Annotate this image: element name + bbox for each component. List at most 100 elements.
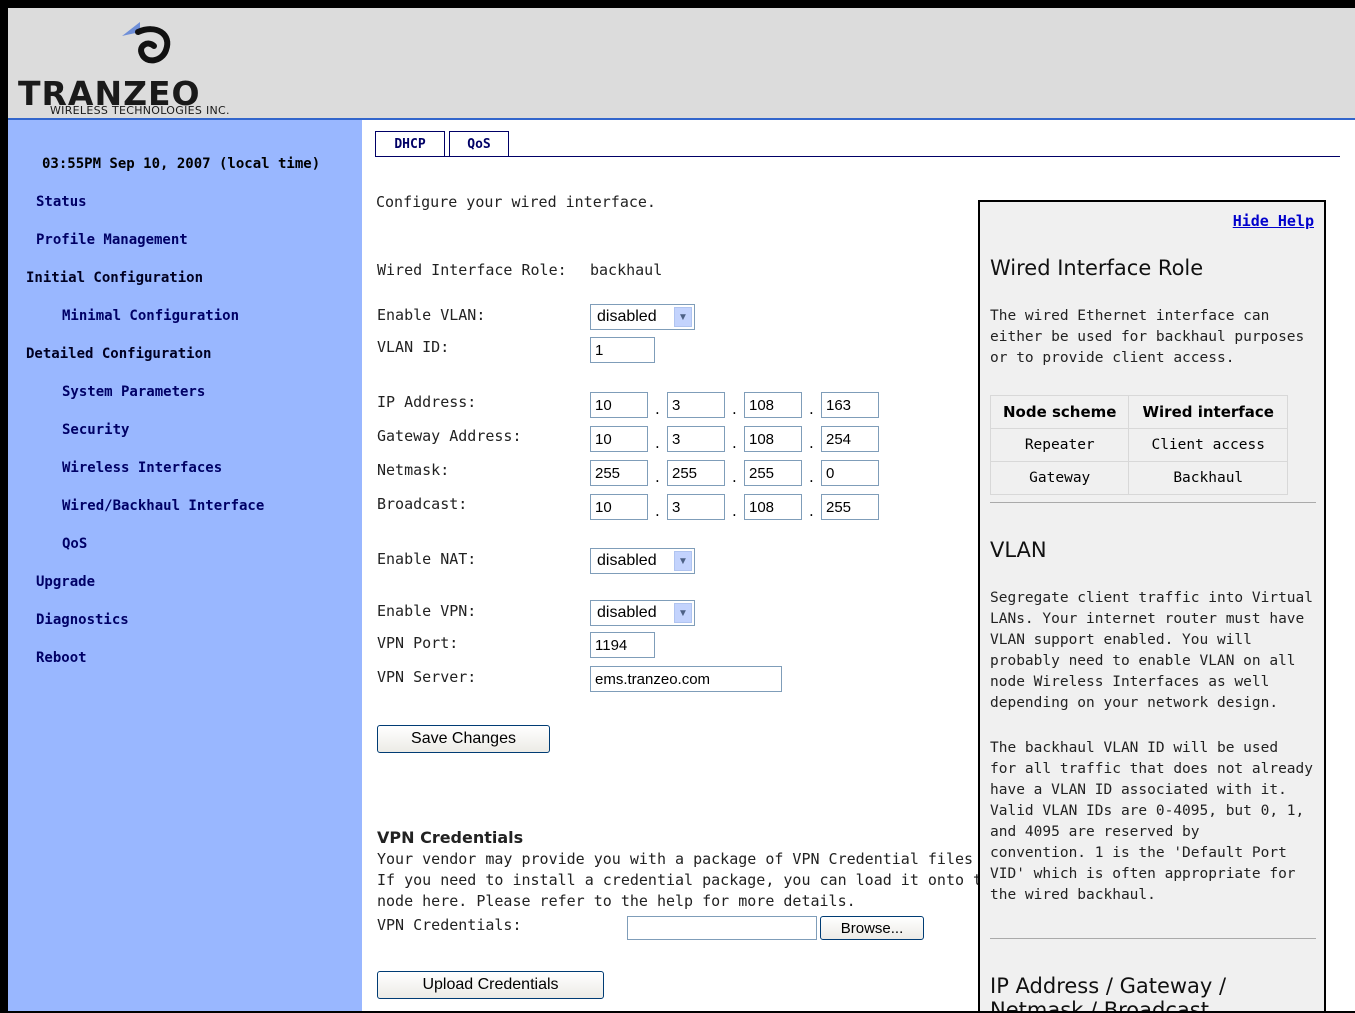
help-vlan-text: probably need to enable VLAN on all (990, 653, 1296, 669)
credentials-line-2: If you need to install a credential pack… (377, 871, 1001, 889)
netmask-octet-1[interactable]: 255 (590, 460, 648, 486)
help-vlan-text-2: the wired backhaul. (990, 887, 1156, 903)
sidebar-item-detailed-configuration[interactable]: Detailed Configuration (26, 346, 211, 362)
chevron-down-icon: ▼ (674, 551, 692, 571)
vpn-server-label: VPN Server: (377, 668, 477, 686)
broadcast-octet-1[interactable]: 10 (590, 494, 648, 520)
broadcast-label: Broadcast: (377, 495, 468, 513)
credentials-field-label: VPN Credentials: (377, 916, 522, 934)
help-vlan-text: LANs. Your internet router must have (990, 611, 1305, 627)
browser-frame: TRANZEO WIRELESS TECHNOLOGIES INC. 03:55… (8, 8, 1355, 1011)
gateway-octet-2[interactable]: 3 (667, 426, 725, 452)
table-cell: Backhaul (1128, 461, 1288, 495)
netmask-octet-3[interactable]: 255 (744, 460, 802, 486)
gateway-octet-1[interactable]: 10 (590, 426, 648, 452)
help-vlan-text-2: The backhaul VLAN ID will be used (990, 740, 1279, 756)
credentials-line-1: Your vendor may provide you with a packa… (377, 850, 974, 868)
ip-octet-1[interactable]: 10 (590, 392, 648, 418)
help-vlan-text: Segregate client traffic into Virtual (990, 590, 1314, 606)
intro-text: Configure your wired interface. (376, 193, 656, 211)
vpn-server-input[interactable]: ems.tranzeo.com (590, 666, 782, 692)
help-vlan-text-2: and 4095 are reserved by (990, 824, 1200, 840)
broadcast-octet-2[interactable]: 3 (667, 494, 725, 520)
main-content: DHCP QoS Configure your wired interface.… (362, 120, 1355, 1011)
table-cell: Client access (1128, 428, 1288, 462)
sidebar-item-security[interactable]: Security (62, 422, 129, 438)
help-vlan-text-2: for all traffic that does not already (990, 761, 1314, 777)
sidebar-item-wireless-interfaces[interactable]: Wireless Interfaces (62, 460, 222, 476)
chevron-down-icon: ▼ (674, 307, 692, 327)
tranzeo-swirl-icon (122, 22, 171, 64)
help-vlan-text: VLAN support enabled. You will (990, 632, 1252, 648)
sidebar-item-wired-backhaul-interface[interactable]: Wired/Backhaul Interface (62, 498, 264, 514)
netmask-octet-2[interactable]: 255 (667, 460, 725, 486)
help-vlan-text: node Wireless Interfaces as well (990, 674, 1270, 690)
vpn-select-value: disabled (597, 604, 657, 621)
help-role-text-3: or to provide client access. (990, 350, 1235, 366)
vlan-select[interactable]: disabled ▼ (590, 304, 695, 330)
sidebar-item-minimal-configuration[interactable]: Minimal Configuration (62, 308, 239, 324)
help-panel: Hide Help Wired Interface Role The wired… (978, 200, 1326, 1011)
nat-select[interactable]: disabled ▼ (590, 548, 695, 574)
table-cell: Repeater (989, 428, 1130, 462)
vpn-port-label: VPN Port: (377, 634, 459, 652)
role-table-header: Node scheme (989, 395, 1130, 429)
help-role-text-1: The wired Ethernet interface can (990, 308, 1270, 324)
help-vlan-text-2: have a VLAN ID associated with it. (990, 782, 1287, 798)
sidebar-item-system-parameters[interactable]: System Parameters (62, 384, 205, 400)
help-ip-title: IP Address / Gateway / (990, 974, 1227, 998)
sidebar-item-qos[interactable]: QoS (62, 536, 87, 552)
page-header: TRANZEO WIRELESS TECHNOLOGIES INC. (8, 8, 1355, 120)
vlan-select-value: disabled (597, 308, 657, 325)
ip-octet-3[interactable]: 108 (744, 392, 802, 418)
sidebar: 03:55PM Sep 10, 2007 (local time) Status… (8, 120, 362, 1011)
credentials-file-input[interactable] (627, 916, 817, 940)
ip-octet-4[interactable]: 163 (821, 392, 879, 418)
sidebar-item-reboot[interactable]: Reboot (36, 650, 87, 666)
chevron-down-icon: ▼ (674, 603, 692, 623)
browse-button[interactable]: Browse... (820, 916, 924, 940)
tab-divider (375, 156, 1340, 157)
sidebar-item-profile-management[interactable]: Profile Management (36, 232, 188, 248)
upload-credentials-button[interactable]: Upload Credentials (377, 971, 604, 999)
vpn-select[interactable]: disabled ▼ (590, 600, 695, 626)
sidebar-item-initial-configuration[interactable]: Initial Configuration (26, 270, 203, 286)
help-role-text-2: either be used for backhaul purposes (990, 329, 1305, 345)
logo-subtitle: WIRELESS TECHNOLOGIES INC. (50, 104, 230, 117)
gateway-octet-3[interactable]: 108 (744, 426, 802, 452)
help-ip-title-2: Netmask / Broadcast (990, 998, 1209, 1011)
gateway-label: Gateway Address: (377, 427, 522, 445)
role-table: Node scheme Wired interface Repeater Cli… (989, 395, 1288, 495)
vlan-id-input[interactable]: 1 (590, 337, 655, 363)
sidebar-item-status[interactable]: Status (36, 194, 87, 210)
ip-octet-2[interactable]: 3 (667, 392, 725, 418)
role-label: Wired Interface Role: (377, 261, 567, 279)
help-vlan-text: depending on your network design. (990, 695, 1279, 711)
logo: TRANZEO WIRELESS TECHNOLOGIES INC. (14, 16, 304, 117)
vpn-credentials-title: VPN Credentials (377, 828, 524, 847)
help-vlan-text-2: convention. 1 is the 'Default Port (990, 845, 1287, 861)
netmask-label: Netmask: (377, 461, 450, 479)
vlan-id-label: VLAN ID: (377, 338, 450, 356)
nat-label: Enable NAT: (377, 550, 477, 568)
netmask-octet-4[interactable]: 0 (821, 460, 879, 486)
role-table-header: Wired interface (1128, 395, 1288, 429)
table-row: Gateway Backhaul (989, 461, 1288, 495)
help-role-title: Wired Interface Role (990, 256, 1204, 280)
sidebar-item-diagnostics[interactable]: Diagnostics (36, 612, 129, 628)
tab-qos[interactable]: QoS (449, 131, 509, 156)
gateway-octet-4[interactable]: 254 (821, 426, 879, 452)
broadcast-octet-3[interactable]: 108 (744, 494, 802, 520)
help-vlan-text-2: Valid VLAN IDs are 0-4095, but 0, 1, (990, 803, 1305, 819)
tab-dhcp[interactable]: DHCP (375, 131, 445, 156)
table-cell: Gateway (989, 461, 1130, 495)
vlan-label: Enable VLAN: (377, 306, 486, 324)
credentials-line-3: node here. Please refer to the help for … (377, 892, 856, 910)
local-time: 03:55PM Sep 10, 2007 (local time) (42, 156, 321, 172)
hide-help-link[interactable]: Hide Help (1233, 212, 1314, 230)
sidebar-item-upgrade[interactable]: Upgrade (36, 574, 95, 590)
save-changes-button[interactable]: Save Changes (377, 725, 550, 753)
vpn-port-input[interactable]: 1194 (590, 632, 655, 658)
broadcast-octet-4[interactable]: 255 (821, 494, 879, 520)
help-vlan-text-2: VID' which is often appropriate for (990, 866, 1296, 882)
